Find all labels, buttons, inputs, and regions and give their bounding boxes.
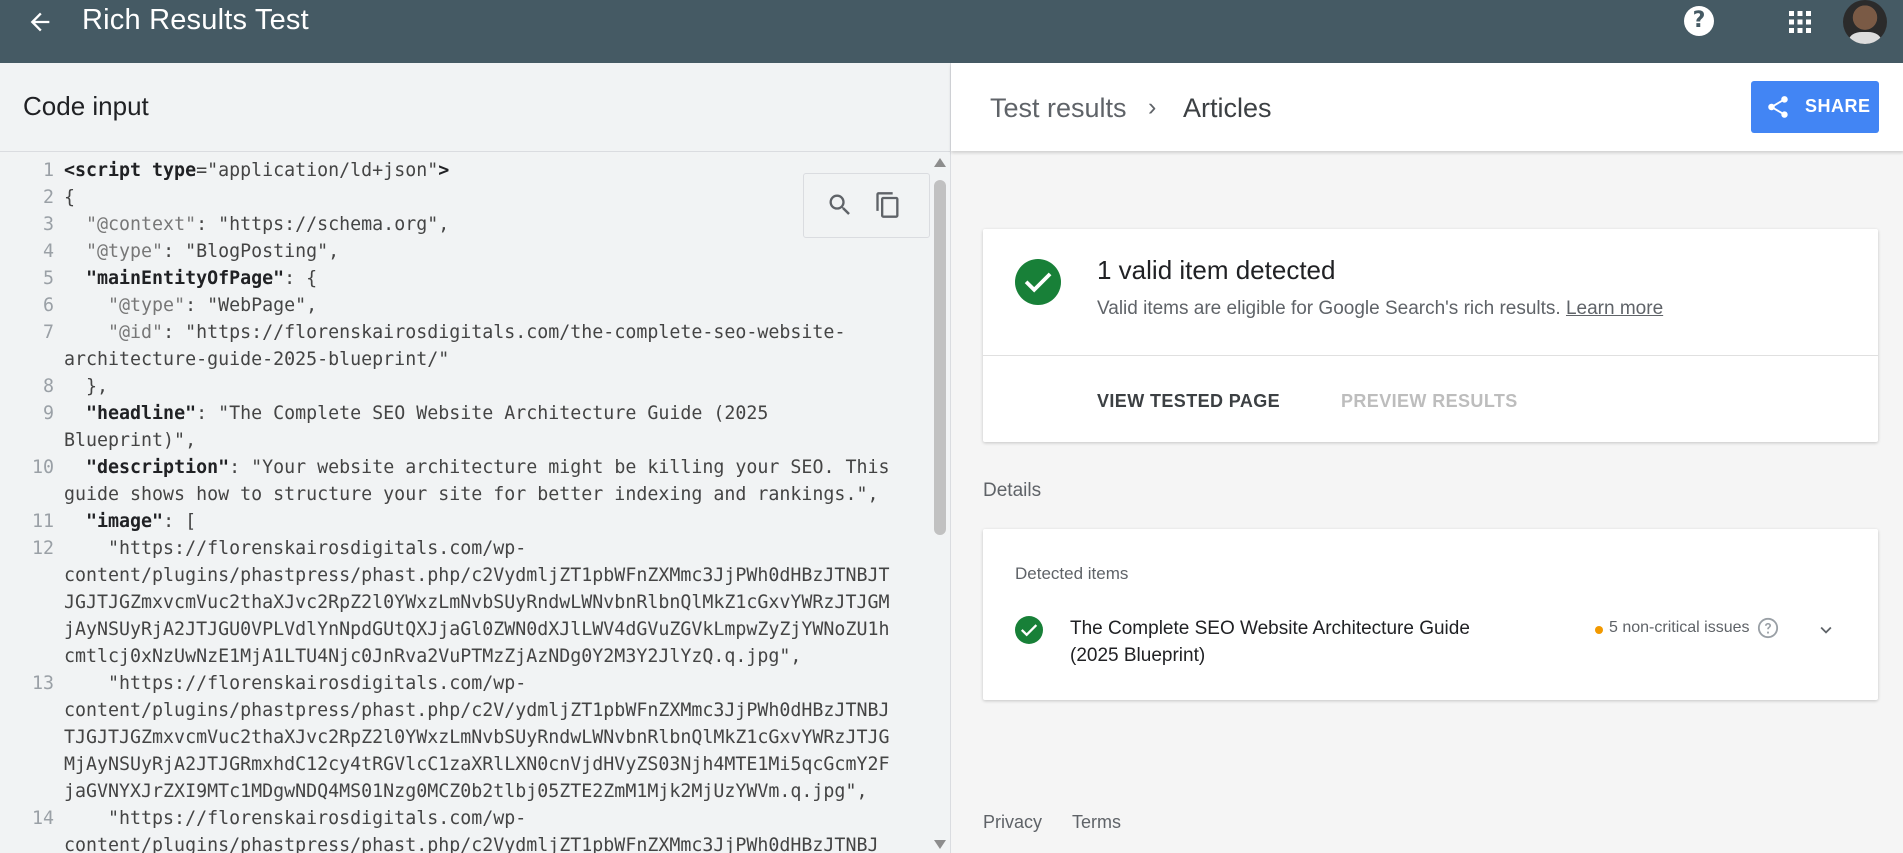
search-icon[interactable] bbox=[826, 191, 854, 219]
code-line: content/plugins/phastpress/phast.php/c2V… bbox=[64, 700, 890, 721]
privacy-link[interactable]: Privacy bbox=[983, 812, 1042, 833]
detected-items-card: Detected items The Complete SEO Website … bbox=[983, 529, 1878, 700]
code-line: }, bbox=[64, 376, 109, 397]
code-line-number: 8 bbox=[42, 376, 54, 397]
code-line-number: 5 bbox=[42, 268, 54, 289]
detected-items-label: Detected items bbox=[1015, 564, 1129, 583]
code-line-number: 4 bbox=[42, 241, 54, 262]
chevron-down-icon[interactable] bbox=[1815, 619, 1837, 641]
code-line: Blueprint)", bbox=[64, 430, 197, 451]
details-label: Details bbox=[983, 480, 1042, 501]
test-results-panel: Test results › Articles SHARE 1 valid it… bbox=[950, 63, 1903, 853]
code-line: "https://florenskairosdigitals.com/wp- bbox=[64, 808, 527, 829]
detected-item-title[interactable]: The Complete SEO Website Architecture Gu… bbox=[1070, 615, 1500, 669]
results-header: Test results › Articles SHARE bbox=[951, 63, 1903, 151]
apps-grid-icon[interactable] bbox=[1788, 10, 1812, 34]
help-outline-icon[interactable] bbox=[1757, 617, 1779, 639]
divider bbox=[983, 355, 1878, 356]
code-line: "headline": "The Complete SEO Website Ar… bbox=[86, 403, 769, 424]
code-line: "@id": "https://florenskairosdigitals.co… bbox=[108, 322, 846, 343]
code-line: { bbox=[64, 187, 76, 208]
code-line-number: 11 bbox=[31, 511, 54, 532]
code-editor[interactable]: 1 <script type="application/ld+json"> 2{3 … bbox=[0, 152, 928, 853]
code-input-title: Code input bbox=[23, 91, 149, 121]
help-icon[interactable]: ? bbox=[1684, 6, 1714, 36]
valid-items-subtitle: Valid items are eligible for Google Sear… bbox=[1097, 298, 1663, 320]
valid-items-description: Valid items are eligible for Google Sear… bbox=[1097, 298, 1561, 319]
valid-items-title: 1 valid item detected bbox=[1097, 255, 1336, 285]
scroll-up-arrow[interactable] bbox=[934, 158, 946, 167]
code-line: "image": [ bbox=[86, 511, 197, 532]
code-line: JGJTJGZmxvcmVuc2thaXJvc2RpZ2l0YWxzLmNvbS… bbox=[64, 592, 890, 613]
code-line-number: 13 bbox=[31, 673, 54, 694]
code-line: TJGJTJGZmxvcmVuc2thaXJvc2RpZ2l0YWxzLmNvb… bbox=[64, 727, 890, 748]
code-line-number: 14 bbox=[31, 808, 54, 829]
share-label: SHARE bbox=[1805, 96, 1871, 116]
code-line: guide shows how to structure your site f… bbox=[64, 484, 879, 505]
view-tested-page-button[interactable]: VIEW TESTED PAGE bbox=[1097, 391, 1280, 412]
code-line: architecture-guide-2025-blueprint/" bbox=[64, 349, 450, 370]
app-title: Rich Results Test bbox=[82, 4, 309, 36]
scroll-thumb[interactable] bbox=[934, 180, 946, 535]
code-line: <script type="application/ld+json"> bbox=[64, 160, 450, 181]
code-line: "mainEntityOfPage": { bbox=[86, 268, 318, 289]
back-arrow-icon[interactable] bbox=[26, 8, 54, 36]
code-line: jAyNSUyRjA2JTJGU0VPLVdlYnNpdGUtQXJjaGl0Z… bbox=[64, 619, 890, 640]
code-line: "@context": "https://schema.org", bbox=[86, 214, 450, 235]
share-icon bbox=[1768, 96, 1788, 118]
code-line: cmtlcj0xNzUwNzE1MjA1LTU4Njc0JnRva2VuPTMz… bbox=[64, 646, 802, 667]
code-line: content/plugins/phastpress/phast.php/c2V… bbox=[64, 835, 879, 853]
share-button[interactable]: SHARE bbox=[1751, 81, 1879, 133]
breadcrumb-articles: Articles bbox=[1183, 93, 1272, 123]
code-line-number: 6 bbox=[42, 295, 54, 316]
code-line-number: 9 bbox=[42, 403, 54, 424]
code-line-number: 7 bbox=[42, 322, 54, 343]
code-line: "https://florenskairosdigitals.com/wp- bbox=[64, 538, 527, 559]
code-toolbar bbox=[803, 173, 930, 238]
code-line: "@type": "BlogPosting", bbox=[86, 241, 340, 262]
preview-results-button[interactable]: PREVIEW RESULTS bbox=[1341, 391, 1518, 412]
code-input-header: Code input bbox=[0, 63, 950, 152]
breadcrumb-separator: › bbox=[1148, 93, 1157, 121]
code-line-number: 10 bbox=[31, 457, 54, 478]
top-app-bar: Rich Results Test ? bbox=[0, 0, 1903, 63]
code-line: "https://florenskairosdigitals.com/wp- bbox=[64, 673, 527, 694]
code-line: content/plugins/phastpress/phast.php/c2V… bbox=[64, 565, 890, 586]
breadcrumb-test-results[interactable]: Test results bbox=[990, 93, 1127, 124]
avatar[interactable] bbox=[1843, 0, 1887, 44]
check-circle-icon bbox=[1015, 259, 1061, 305]
code-line-number: 1 bbox=[42, 160, 54, 181]
code-line-number: 3 bbox=[42, 214, 54, 235]
code-line: "description": "Your website architectur… bbox=[86, 457, 890, 478]
code-line: MjAyNSUyRjA2JTJGRmxhdC12cy4tRGVlcC1zaXRl… bbox=[64, 754, 890, 775]
summary-card: 1 valid item detected Valid items are el… bbox=[983, 229, 1878, 442]
warning-dot-icon bbox=[1595, 626, 1603, 634]
code-line: "@type": "WebPage", bbox=[108, 295, 318, 316]
code-line: jaGVNYXJrZXI9MTc1MDgwNDQ4MS01Nzg0MCZ0b2t… bbox=[64, 781, 868, 802]
scroll-down-arrow[interactable] bbox=[934, 840, 946, 849]
check-circle-icon bbox=[1015, 616, 1043, 644]
terms-link[interactable]: Terms bbox=[1072, 812, 1121, 833]
learn-more-link[interactable]: Learn more bbox=[1566, 298, 1663, 319]
code-line-number: 12 bbox=[31, 538, 54, 559]
code-scrollbar[interactable] bbox=[930, 152, 950, 853]
code-line-number: 2 bbox=[42, 187, 54, 208]
non-critical-issues-count: 5 non-critical issues bbox=[1609, 619, 1750, 636]
copy-icon[interactable] bbox=[874, 191, 902, 219]
